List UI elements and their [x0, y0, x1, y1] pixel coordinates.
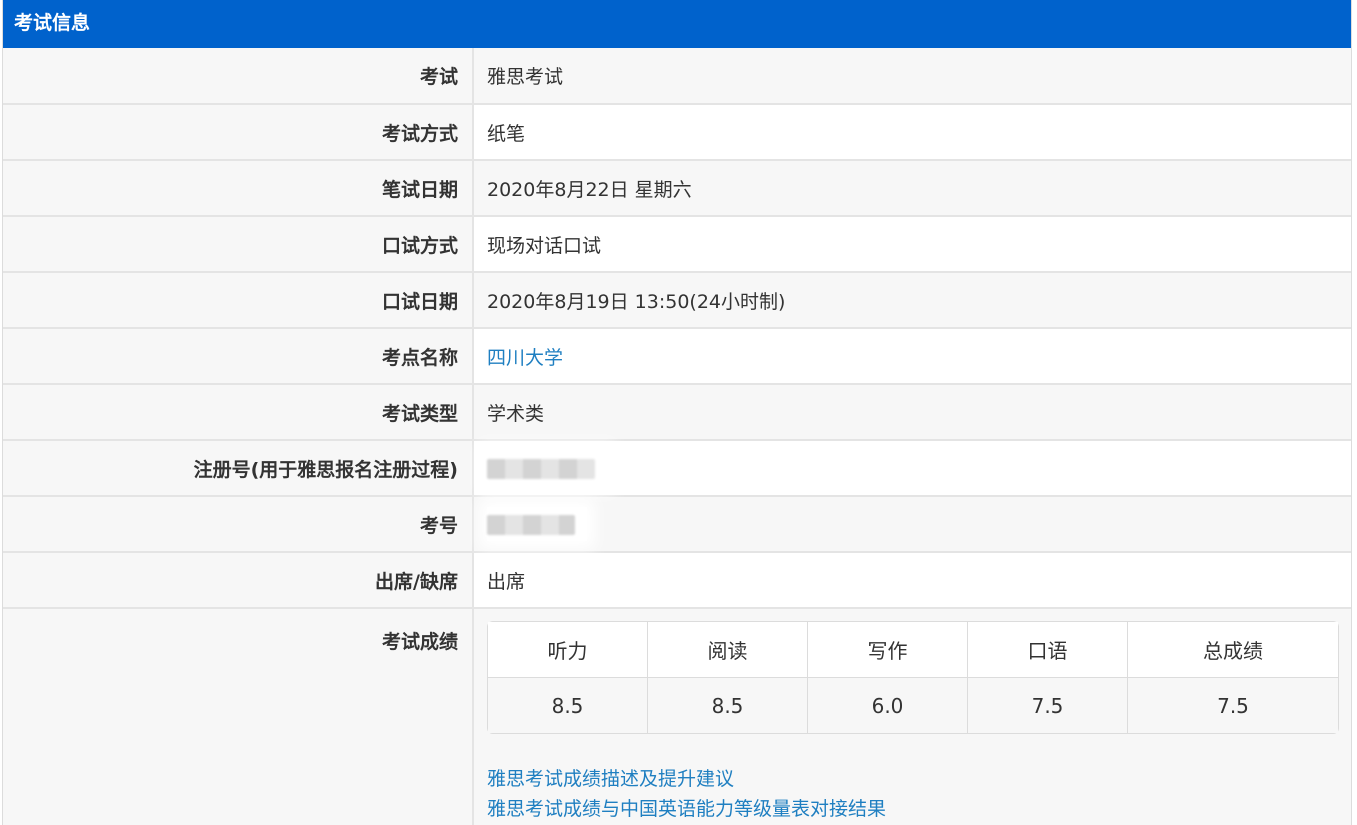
row-label: 考试类型 — [3, 384, 474, 441]
row-exam: 考试 雅思考试 — [3, 48, 1351, 105]
score-reading: 8.5 — [648, 678, 808, 733]
row-label: 口试方式 — [3, 216, 474, 273]
score-speaking: 7.5 — [968, 678, 1128, 733]
row-registration-number: 注册号(用于雅思报名注册过程) — [3, 440, 1351, 497]
row-label: 考点名称 — [3, 328, 474, 385]
exam-type-value: 学术类 — [473, 384, 1351, 441]
exam-name-value: 雅思考试 — [473, 48, 1351, 105]
row-label: 笔试日期 — [3, 160, 474, 217]
row-exam-type: 考试类型 学术类 — [3, 384, 1351, 441]
row-speaking-mode: 口试方式 现场对话口试 — [3, 216, 1351, 273]
score-header-overall: 总成绩 — [1128, 622, 1338, 678]
redacted-mask — [487, 451, 607, 485]
score-listening: 8.5 — [488, 678, 648, 733]
score-header-row: 听力 阅读 写作 口语 总成绩 — [488, 622, 1338, 678]
attendance-value: 出席 — [473, 552, 1351, 609]
redacted-mask — [487, 507, 587, 541]
row-label: 注册号(用于雅思报名注册过程) — [3, 440, 474, 497]
row-label: 口试日期 — [3, 272, 474, 329]
candidate-number-value — [473, 496, 1351, 553]
scores-cell: 听力 阅读 写作 口语 总成绩 8.5 8.5 6.0 7.5 7.5 雅思考试… — [473, 608, 1351, 825]
score-description-link[interactable]: 雅思考试成绩描述及提升建议 — [487, 764, 1351, 794]
row-written-date: 笔试日期 2020年8月22日 星期六 — [3, 160, 1351, 217]
score-writing: 6.0 — [808, 678, 968, 733]
score-header-reading: 阅读 — [648, 622, 808, 678]
score-header-writing: 写作 — [808, 622, 968, 678]
score-header-speaking: 口语 — [968, 622, 1128, 678]
speaking-mode-value: 现场对话口试 — [473, 216, 1351, 273]
exam-mode-value: 纸笔 — [473, 104, 1351, 161]
registration-number-value — [473, 440, 1351, 497]
row-attendance: 出席/缺席 出席 — [3, 552, 1351, 609]
row-label: 考试方式 — [3, 104, 474, 161]
row-label: 出席/缺席 — [3, 552, 474, 609]
row-label: 考试 — [3, 48, 474, 105]
written-date-value: 2020年8月22日 星期六 — [473, 160, 1351, 217]
row-test-center: 考点名称 四川大学 — [3, 328, 1351, 385]
speaking-date-value: 2020年8月19日 13:50(24小时制) — [473, 272, 1351, 329]
score-links: 雅思考试成绩描述及提升建议 雅思考试成绩与中国英语能力等级量表对接结果 — [487, 764, 1351, 824]
row-exam-mode: 考试方式 纸笔 — [3, 104, 1351, 161]
cse-alignment-link[interactable]: 雅思考试成绩与中国英语能力等级量表对接结果 — [487, 794, 1351, 824]
row-label: 考号 — [3, 496, 474, 553]
exam-info-table: 考试 雅思考试 考试方式 纸笔 笔试日期 2020年8月22日 星期六 口试方式… — [3, 48, 1351, 825]
row-speaking-date: 口试日期 2020年8月19日 13:50(24小时制) — [3, 272, 1351, 329]
panel-title: 考试信息 — [3, 0, 1351, 48]
row-scores: 考试成绩 听力 阅读 写作 口语 总成绩 8.5 8.5 6.0 7.5 7.5… — [3, 608, 1351, 825]
row-candidate-number: 考号 — [3, 496, 1351, 553]
score-table: 听力 阅读 写作 口语 总成绩 8.5 8.5 6.0 7.5 7.5 — [487, 621, 1339, 734]
exam-info-panel: 考试信息 考试 雅思考试 考试方式 纸笔 笔试日期 2020年8月22日 星期六… — [2, 0, 1352, 825]
score-header-listening: 听力 — [488, 622, 648, 678]
score-values-row: 8.5 8.5 6.0 7.5 7.5 — [488, 678, 1338, 733]
score-overall: 7.5 — [1128, 678, 1338, 733]
test-center-value: 四川大学 — [473, 328, 1351, 385]
row-label: 考试成绩 — [3, 608, 474, 825]
test-center-link[interactable]: 四川大学 — [487, 347, 563, 369]
